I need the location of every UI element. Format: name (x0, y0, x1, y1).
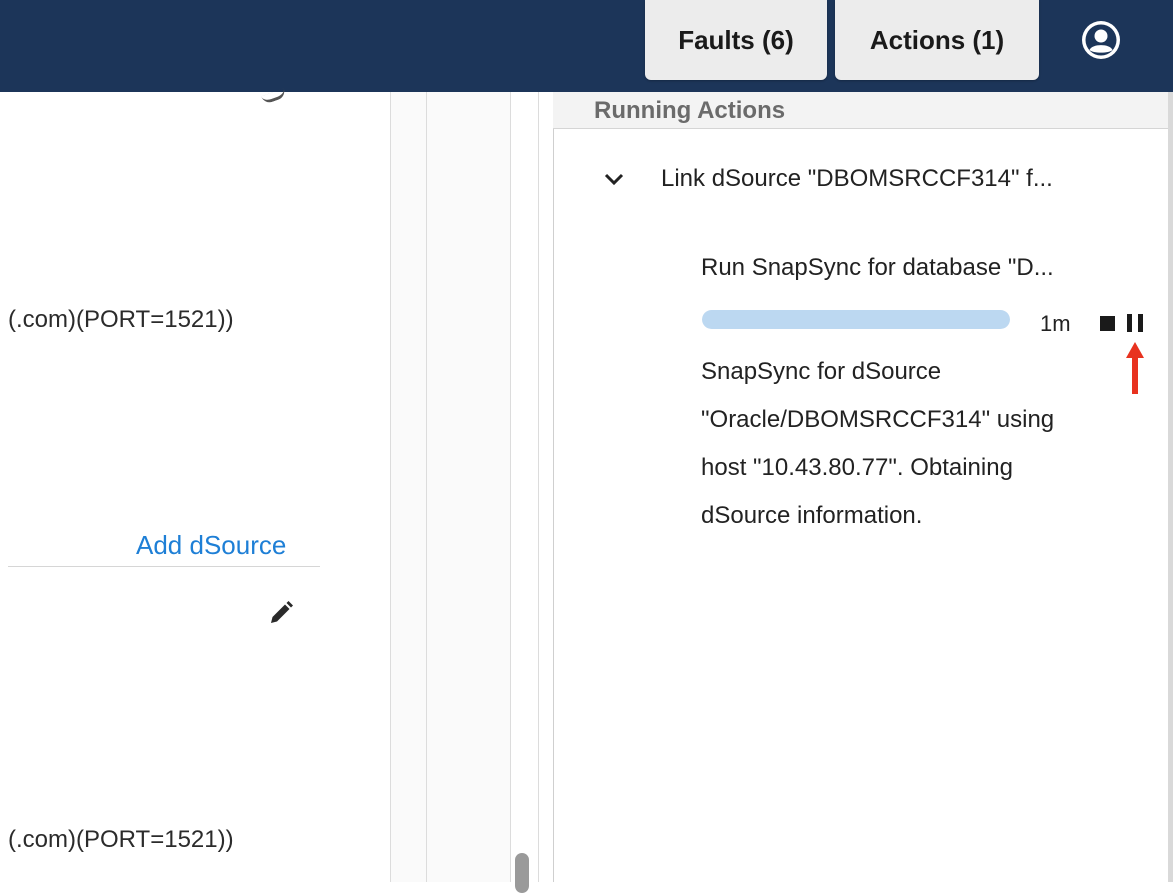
panel-gutter (390, 92, 510, 882)
pencil-icon[interactable] (268, 600, 294, 626)
user-circle-icon[interactable] (1079, 18, 1123, 62)
scrollbar-thumb[interactable] (515, 853, 529, 893)
connection-string-text: (.com)(PORT=1521)) (8, 826, 234, 853)
description-line: host "10.43.80.77". Obtaining (701, 454, 1013, 481)
panel-border (538, 92, 539, 882)
add-dsource-link[interactable]: Add dSource (136, 530, 286, 561)
right-edge-border (1168, 92, 1173, 882)
panel-border (426, 92, 427, 882)
connection-string-text: (.com)(PORT=1521)) (8, 306, 234, 333)
chevron-down-icon[interactable] (602, 170, 626, 188)
faults-tab[interactable]: Faults (6) (645, 0, 827, 80)
stop-icon[interactable] (1100, 316, 1115, 331)
left-content-panel (0, 92, 390, 882)
subtask-title: Run SnapSync for database "D... (701, 254, 1054, 281)
action-title[interactable]: Link dSource "DBOMSRCCF314" f... (661, 165, 1053, 193)
pause-icon[interactable] (1125, 314, 1145, 332)
panel-border (390, 92, 391, 882)
description-line: SnapSync for dSource (701, 358, 942, 385)
progress-bar (702, 310, 1010, 329)
section-divider (8, 566, 320, 567)
action-description: SnapSync for dSource "Oracle/DBOMSRCCF31… (701, 348, 1131, 540)
running-actions-title: Running Actions (594, 97, 786, 124)
elapsed-time: 1m (1040, 311, 1071, 336)
progress-fill (702, 310, 1010, 329)
description-line: dSource information. (701, 502, 923, 529)
description-line: "Oracle/DBOMSRCCF314" using (701, 406, 1055, 433)
actions-tab[interactable]: Actions (1) (835, 0, 1039, 80)
panel-border (510, 92, 511, 882)
